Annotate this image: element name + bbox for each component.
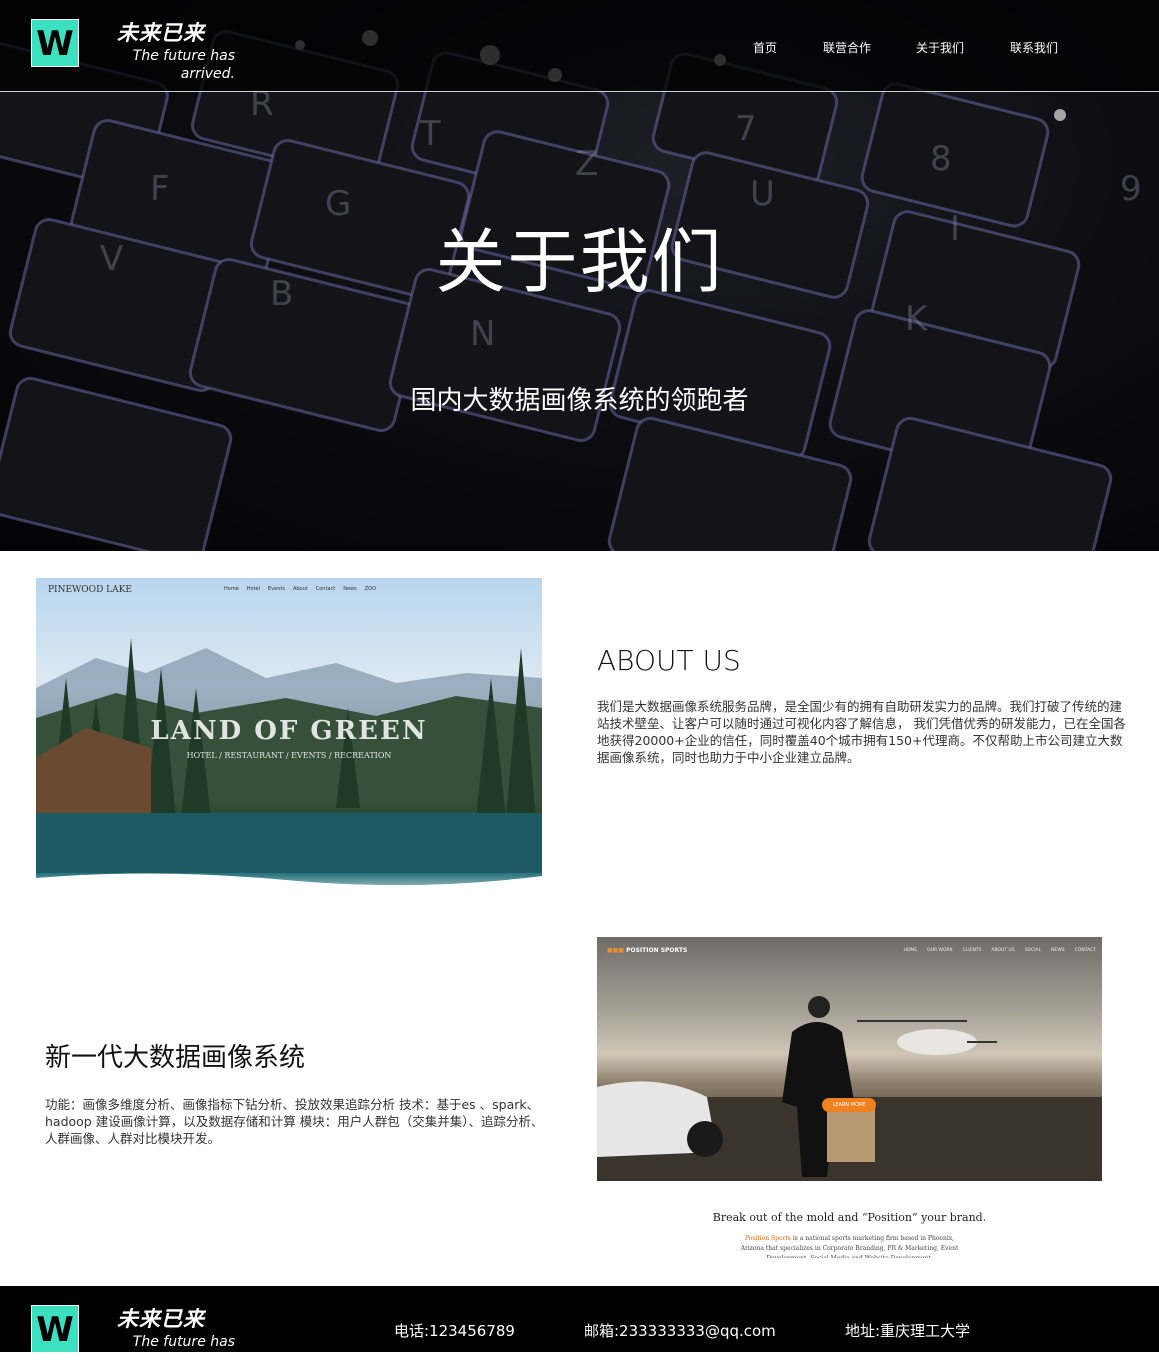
lake-site-nav: PINEWOOD LAKE Home Hotel Events About Contac… [36,578,542,602]
runway-scene-illustration [597,996,1102,1181]
footer-phone: 电话:123456789 [394,1322,515,1340]
lake-link: Contact [315,586,336,592]
site-footer: W 未来已来 The future has arrived. 电话:123456… [0,1286,1159,1368]
sports-website-screenshot: ■■■ POSITION SPORTS HOME OUR WORK CLIENTS A… [597,937,1102,1181]
sports-link: ABOUT US [991,948,1015,953]
sports-link: NEWS [1051,948,1065,953]
lake-site-title: LAND OF GREEN [150,716,428,746]
lake-link: About [292,586,308,592]
main-nav: 首页 联营合作 关于我们 联系我们 [0,40,1159,60]
lake-site-subtitle: HOTEL / RESTAURANT / EVENTS / RECREATION [186,751,392,760]
lake-link: News [343,586,357,592]
sports-link: OUR WORK [927,948,953,953]
nav-item-home[interactable]: 首页 [753,40,777,56]
sports-intro-text: Position Sports is a national sports mar… [737,1234,962,1258]
sports-site-brand: ■■■ POSITION SPORTS [607,947,687,955]
footer-email: 邮箱:233333333@qq.com [584,1322,776,1340]
about-description: 我们是大数据画像系统服务品牌，是全国少有的拥有自助研发实力的品牌。我们打破了传统… [597,699,1126,765]
system-description: 功能：画像多维度分析、画像指标下钻分析、投放效果追踪分析 技术：基于es 、sp… [45,1097,544,1146]
sports-site-links: HOME OUR WORK CLIENTS ABOUT US SOCIAL NEWS CON… [894,948,1097,954]
logo-slogan: The future has arrived. [132,1334,235,1368]
sports-link: CLIENTS [962,948,982,953]
footer-address: 地址:重庆理工大学 [845,1322,971,1340]
sports-link: SOCIAL [1024,948,1042,953]
sports-brand-mark: ■■■ [607,947,625,954]
lake-link: Home [224,586,239,592]
lake-link: Events [268,586,285,592]
sports-brand-name: POSITION SPORTS [626,947,688,954]
sports-learn-more-button: LEARN MORE [822,1098,876,1112]
lake-link: ZOO [364,586,377,592]
logo-name: 未来已来 [117,1307,205,1331]
sports-intro-highlight: Position Sports [744,1235,791,1242]
nav-item-partnership[interactable]: 联营合作 [823,40,871,56]
lake-site-links: Home Hotel Events About Contact News ZOO [224,586,384,593]
nav-item-about[interactable]: 关于我们 [916,40,964,56]
page-subtitle: 国内大数据画像系统的领跑者 [410,386,749,416]
lake-site-brand: PINEWOOD LAKE [48,585,132,595]
sports-tagline: Break out of the mold and “Position” you… [712,1211,987,1224]
sports-link: HOME [903,948,918,953]
logo-mark: W [31,1305,79,1353]
footer-logo[interactable]: W 未来已来 The future has arrived. [31,1305,241,1368]
lake-website-screenshot: PINEWOOD LAKE Home Hotel Events About Contac… [36,578,542,900]
site-header: W 未来已来 The future has arrived. 首页 联营合作 关… [0,0,1159,92]
system-heading: 新一代大数据画像系统 [45,1043,306,1073]
about-heading: ABOUT US [597,644,741,677]
lake-link: Hotel [246,586,261,592]
page-title: 关于我们 [435,221,724,303]
sports-link: CONTACT [1074,948,1096,953]
hero-banner: R T 7 8 F G Z U I V B N K 9 W 未来已来 The f… [0,0,1159,551]
nav-item-contact[interactable]: 联系我们 [1010,40,1058,56]
